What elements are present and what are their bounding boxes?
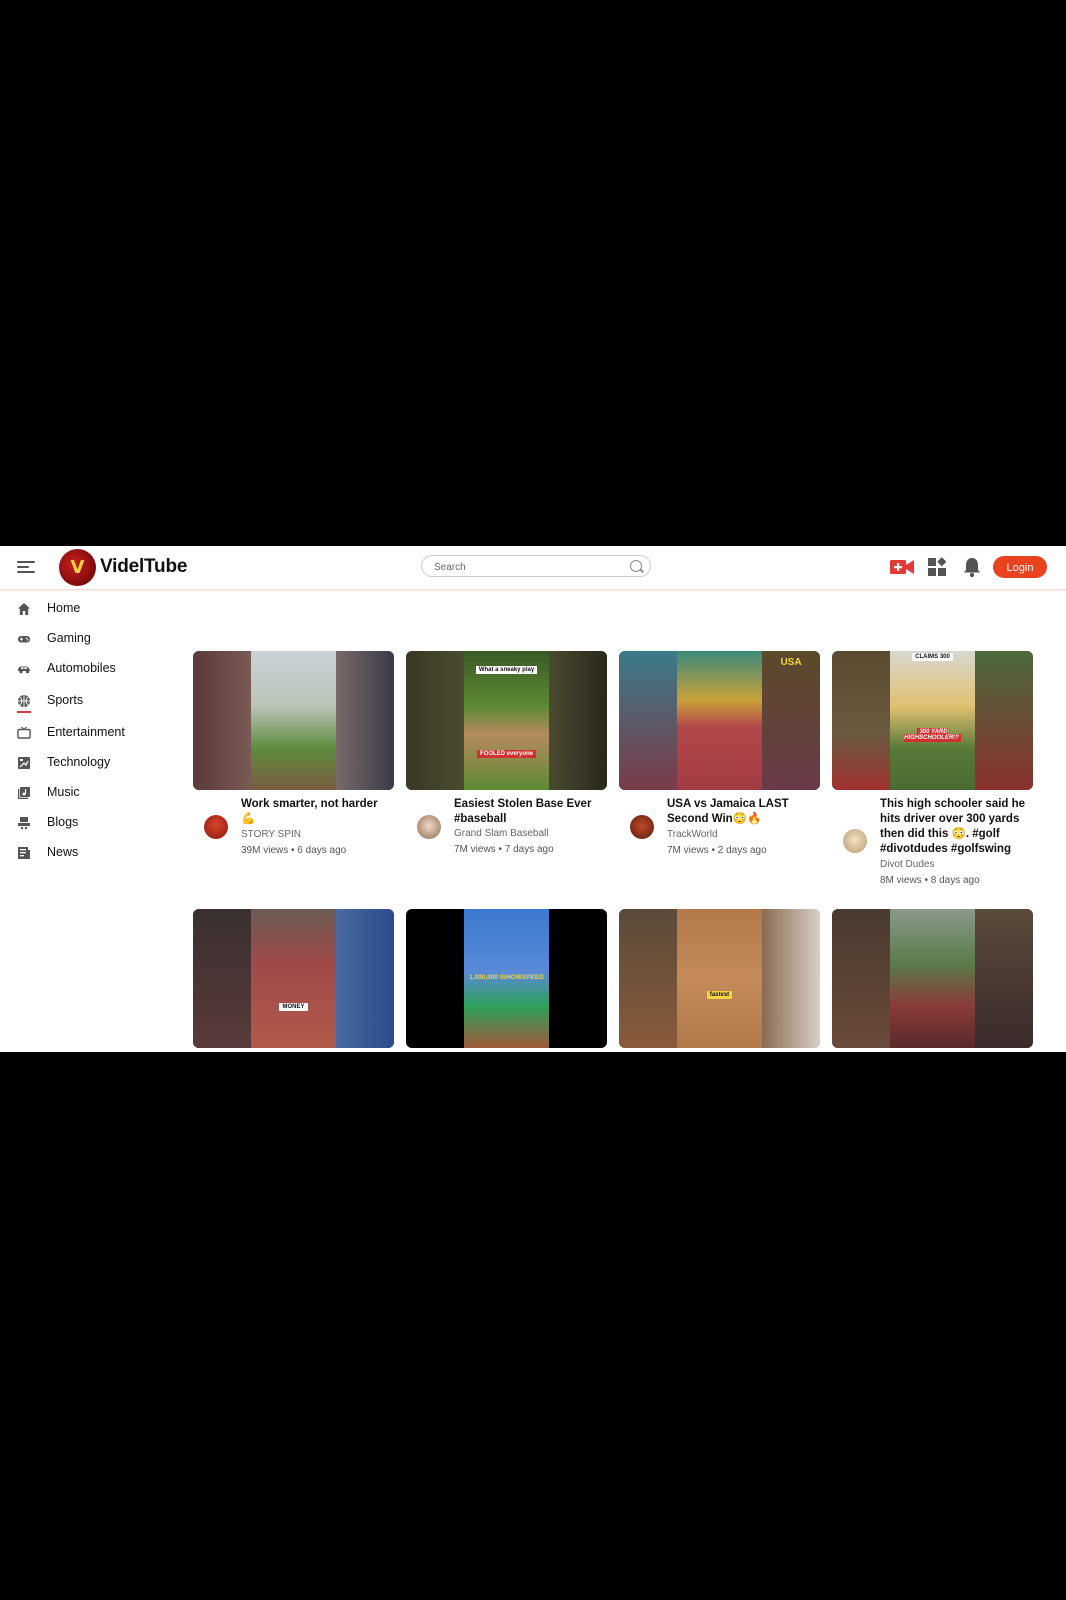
channel-name[interactable]: Divot Dudes: [880, 859, 934, 870]
video-meta: 39M views • 6 days ago: [241, 845, 347, 856]
sidebar-item-news[interactable]: News: [0, 840, 170, 866]
sidebar-item-label: Automobiles: [47, 661, 116, 675]
sidebar-item-sports[interactable]: Sports: [0, 688, 170, 714]
sidebar-item-label: Music: [47, 785, 80, 799]
sidebar-item-label: News: [47, 845, 79, 859]
news-icon: [18, 847, 30, 859]
apps-icon[interactable]: [927, 557, 947, 577]
thumbnail-caption: 300 YARD HIGHSCHOOLER!?: [904, 728, 961, 742]
video-thumbnail[interactable]: 1,000,000 ISHOWSPEED: [406, 909, 607, 1048]
video-thumbnail[interactable]: CLAIMS 300 300 YARD HIGHSCHOOLER!?: [832, 651, 1033, 790]
thumbnail-caption: fastest: [706, 991, 733, 999]
logo-icon[interactable]: V: [59, 549, 96, 586]
channel-name[interactable]: Grand Slam Baseball: [454, 828, 549, 839]
video-title[interactable]: USA vs Jamaica LAST Second Win😳🔥: [667, 797, 817, 827]
channel-avatar[interactable]: [630, 815, 654, 839]
video-title[interactable]: This high schooler said he hits driver o…: [880, 797, 1030, 857]
thumbnail-caption: 1,000,000 ISHOWSPEED: [469, 974, 544, 981]
active-indicator: [17, 711, 31, 713]
tv-icon: [17, 726, 31, 739]
create-video-icon[interactable]: [890, 558, 914, 576]
search-input[interactable]: [432, 558, 626, 576]
sidebar-item-label: Gaming: [47, 631, 91, 645]
notifications-bell-icon[interactable]: [962, 556, 982, 578]
channel-avatar[interactable]: [417, 815, 441, 839]
sidebar-item-gaming[interactable]: Gaming: [0, 626, 170, 652]
thumbnail-caption: MONEY: [279, 1003, 308, 1011]
channel-name[interactable]: STORY SPIN: [241, 829, 301, 840]
sidebar-item-home[interactable]: Home: [0, 596, 170, 622]
app-window: V VidelTube Search Login Home Gaming Aut…: [0, 546, 1066, 1052]
sidebar-item-music[interactable]: Music: [0, 780, 170, 806]
sidebar-item-blogs[interactable]: Blogs: [0, 810, 170, 836]
search-icon[interactable]: [630, 560, 642, 572]
video-thumbnail[interactable]: fastest: [619, 909, 820, 1048]
video-title[interactable]: Work smarter, not harder 💪: [241, 797, 391, 827]
sidebar-item-label: Technology: [47, 755, 111, 769]
gamepad-icon: [18, 636, 30, 643]
sidebar-item-label: Entertainment: [47, 725, 125, 739]
thumbnail-caption: What a sneaky play: [475, 666, 538, 674]
basketball-icon: [18, 695, 30, 707]
search-bar[interactable]: [421, 555, 651, 577]
video-title[interactable]: Easiest Stolen Base Ever #baseball: [454, 797, 604, 827]
technology-icon: [18, 757, 30, 769]
video-thumbnail[interactable]: MONEY: [193, 909, 394, 1048]
channel-avatar[interactable]: [204, 815, 228, 839]
video-thumbnail[interactable]: [832, 909, 1033, 1048]
thumbnail-caption: USA: [780, 657, 802, 668]
video-meta: 7M views • 7 days ago: [454, 844, 554, 855]
video-thumbnail[interactable]: [193, 651, 394, 790]
sidebar-item-label: Home: [47, 601, 81, 615]
video-thumbnail[interactable]: USA: [619, 651, 820, 790]
sidebar-item-technology[interactable]: Technology: [0, 750, 170, 776]
top-header: V VidelTube Search Login: [0, 546, 1066, 590]
sidebar-item-label: Blogs: [47, 815, 79, 829]
sidebar-item-entertainment[interactable]: Entertainment: [0, 720, 170, 746]
music-icon: [18, 787, 30, 799]
thumbnail-caption: FOOLED everyone: [476, 750, 536, 758]
thumbnail-caption: CLAIMS 300: [912, 653, 953, 661]
sidebar-item-automobiles[interactable]: Automobiles: [0, 656, 170, 682]
home-icon: [18, 603, 30, 615]
sidebar-item-label: Sports: [47, 693, 84, 707]
login-button[interactable]: Login: [993, 556, 1047, 578]
app-title[interactable]: VidelTube: [100, 556, 187, 578]
channel-name[interactable]: TrackWorld: [667, 829, 718, 840]
video-meta: 7M views • 2 days ago: [667, 845, 767, 856]
video-meta: 8M views • 8 days ago: [880, 875, 980, 886]
menu-icon[interactable]: [17, 558, 37, 576]
channel-avatar[interactable]: [843, 829, 867, 853]
car-icon: [18, 666, 30, 674]
video-thumbnail[interactable]: What a sneaky play FOOLED everyone: [406, 651, 607, 790]
blogs-icon: [18, 817, 30, 829]
